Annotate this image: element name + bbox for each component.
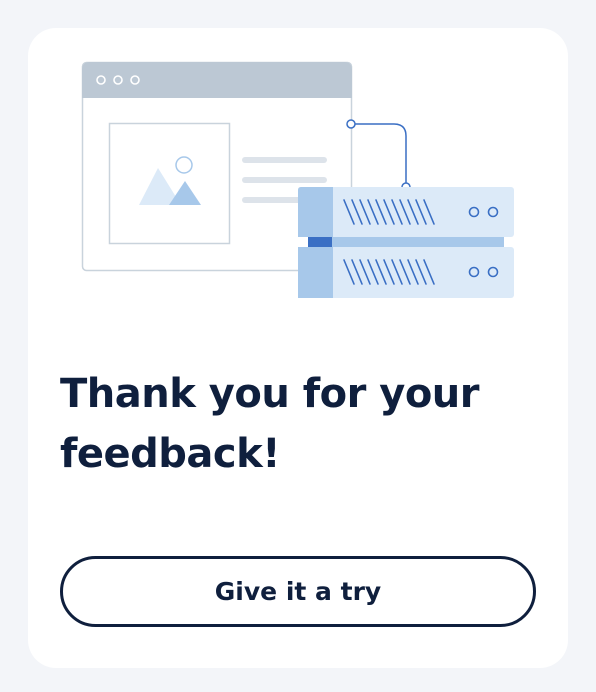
server-stack-icon <box>298 187 514 298</box>
page-title: Thank you for your feedback! <box>60 371 480 477</box>
image-placeholder-icon <box>108 122 231 245</box>
feedback-card: Thank you for your feedback! Give it a t… <box>28 28 568 668</box>
illustration <box>81 61 514 298</box>
give-it-a-try-button[interactable]: Give it a try <box>60 556 536 627</box>
